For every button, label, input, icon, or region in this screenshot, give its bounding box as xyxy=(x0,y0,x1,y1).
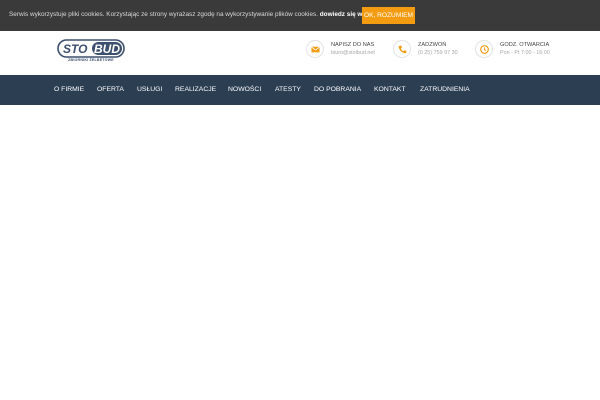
nav-item-zatrudnienia[interactable]: ZATRUDNIENIA xyxy=(420,75,470,105)
nav-item-o-firmie[interactable]: O FIRMIE xyxy=(54,75,84,105)
contact-email-value[interactable]: biuro@stolbud.net xyxy=(331,50,375,56)
cookie-notice: Serwis wykorzystuje pliki cookies. Korzy… xyxy=(9,11,378,18)
cookie-bar: Serwis wykorzystuje pliki cookies. Korzy… xyxy=(0,0,600,31)
clock-icon xyxy=(475,40,493,58)
logo-subtitle: ZBIORNIKI ŻELBETOWE xyxy=(68,58,114,62)
nav-item-do-pobrania[interactable]: DO POBRANIA xyxy=(314,75,361,105)
contact-hours-value: Pon - Pt 7:00 - 16:00 xyxy=(500,50,550,56)
cookie-accept-button[interactable]: OK, ROZUMIEM xyxy=(362,7,415,24)
nav-item-kontakt[interactable]: KONTAKT xyxy=(374,75,406,105)
nav-item-atesty[interactable]: ATESTY xyxy=(275,75,301,105)
contact-phone-title: ZADZWOŃ xyxy=(418,42,447,48)
envelope-icon xyxy=(306,40,324,58)
main-nav: O FIRMIE OFERTA USŁUGI REALIZACJE NOWOŚC… xyxy=(0,75,600,105)
cookie-text: Serwis wykorzystuje pliki cookies. Korzy… xyxy=(9,11,318,18)
phone-icon xyxy=(393,40,411,58)
contact-hours-title: GODZ. OTWARCIA xyxy=(500,42,550,48)
nav-item-oferta[interactable]: OFERTA xyxy=(97,75,124,105)
site-header: STO BUD ZBIORNIKI ŻELBETOWE NAPISZ DO NA… xyxy=(0,31,600,75)
nav-item-uslugi[interactable]: USŁUGI xyxy=(137,75,162,105)
svg-text:STO: STO xyxy=(63,42,88,56)
nav-item-nowosci[interactable]: NOWOŚCI xyxy=(228,75,261,105)
contact-phone-value[interactable]: (0 25) 759 97 30 xyxy=(418,50,458,56)
svg-text:BUD: BUD xyxy=(94,42,120,56)
contact-email-title: NAPISZ DO NAS xyxy=(331,42,375,48)
nav-item-realizacje[interactable]: REALIZACJE xyxy=(175,75,216,105)
